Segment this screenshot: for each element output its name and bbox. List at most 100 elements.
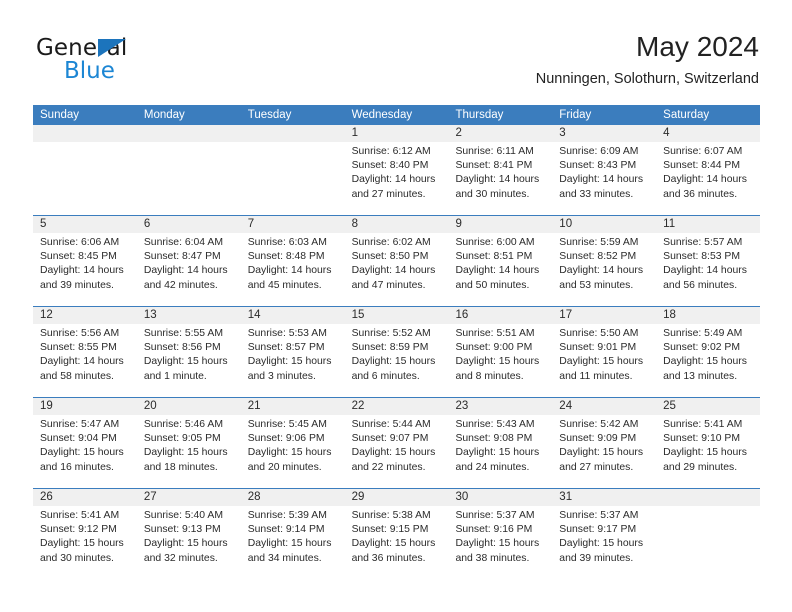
- day-number[interactable]: 21: [241, 398, 345, 415]
- day-number-band: 19 20 21 22 23 24 25: [33, 398, 760, 415]
- day-cell[interactable]: Sunrise: 5:37 AM Sunset: 9:16 PM Daylight:…: [448, 506, 552, 579]
- daylight-text: Daylight: 15 hours: [559, 447, 644, 459]
- daylight-text-cont: and 1 minute.: [143, 370, 207, 382]
- day-number[interactable]: 15: [345, 307, 449, 324]
- day-number[interactable]: 8: [345, 216, 449, 233]
- sunrise-text: Sunrise: 5:53 AM: [247, 328, 327, 339]
- daylight-text: Daylight: 15 hours: [247, 356, 332, 368]
- day-cell[interactable]: Sunrise: 5:37 AM Sunset: 9:17 PM Daylight:…: [552, 506, 656, 579]
- day-cell[interactable]: Sunrise: 6:06 AM Sunset: 8:45 PM Daylight:…: [33, 233, 137, 306]
- day-cell[interactable]: Sunrise: 6:02 AM Sunset: 8:50 PM Daylight:…: [345, 233, 449, 306]
- day-cell[interactable]: Sunrise: 6:00 AM Sunset: 8:51 PM Daylight:…: [448, 233, 552, 306]
- day-cell[interactable]: Sunrise: 5:39 AM Sunset: 9:14 PM Daylight:…: [241, 506, 345, 579]
- day-cell[interactable]: Sunrise: 5:53 AM Sunset: 8:57 PM Daylight:…: [241, 324, 345, 397]
- day-cell[interactable]: Sunrise: 5:57 AM Sunset: 8:53 PM Daylight:…: [656, 233, 760, 306]
- daylight-text: Daylight: 14 hours: [40, 356, 124, 368]
- day-number[interactable]: 23: [448, 398, 552, 415]
- day-detail-band: Sunrise: 5:41 AM Sunset: 9:12 PM Daylight:…: [33, 506, 760, 579]
- day-cell[interactable]: Sunrise: 5:41 AM Sunset: 9:10 PM Daylight:…: [656, 415, 760, 488]
- sunrise-text: Sunrise: 5:57 AM: [663, 237, 743, 248]
- daylight-text-cont: and 16 minutes.: [40, 461, 114, 473]
- day-number[interactable]: 16: [448, 307, 552, 324]
- day-number[interactable]: 28: [241, 489, 345, 506]
- day-cell[interactable]: Sunrise: 5:55 AM Sunset: 8:56 PM Daylight:…: [137, 324, 241, 397]
- weekday-header-thursday: Thursday: [455, 109, 504, 121]
- day-cell-empty: [137, 142, 241, 215]
- sunset-text: Sunset: 9:17 PM: [559, 524, 637, 536]
- calendar-week-row: 5 6 7 8 9 10 11 Sunrise: 6:06 AM Sunset: 8:45 PM…: [33, 215, 760, 306]
- day-number[interactable]: 25: [656, 398, 760, 415]
- day-number[interactable]: 17: [552, 307, 656, 324]
- day-cell[interactable]: Sunrise: 5:59 AM Sunset: 8:52 PM Daylight:…: [552, 233, 656, 306]
- day-number[interactable]: 4: [656, 125, 760, 142]
- day-number[interactable]: 6: [137, 216, 241, 233]
- daylight-text: Daylight: 15 hours: [663, 356, 747, 368]
- sunset-text: Sunset: 8:44 PM: [663, 160, 740, 172]
- day-cell[interactable]: Sunrise: 5:47 AM Sunset: 9:04 PM Daylight:…: [33, 415, 137, 488]
- day-cell[interactable]: Sunrise: 6:04 AM Sunset: 8:47 PM Daylight:…: [137, 233, 241, 306]
- day-number[interactable]: 19: [33, 398, 137, 415]
- day-number[interactable]: 30: [448, 489, 552, 506]
- day-number[interactable]: 27: [137, 489, 241, 506]
- day-number[interactable]: 31: [552, 489, 656, 506]
- sunset-text: Sunset: 9:12 PM: [40, 524, 117, 536]
- day-number[interactable]: 9: [448, 216, 552, 233]
- day-cell[interactable]: Sunrise: 5:40 AM Sunset: 9:13 PM Daylight:…: [137, 506, 241, 579]
- day-number[interactable]: 29: [345, 489, 449, 506]
- daylight-text-cont: and 6 minutes.: [351, 370, 420, 382]
- day-cell[interactable]: Sunrise: 5:42 AM Sunset: 9:09 PM Daylight:…: [552, 415, 656, 488]
- sunset-text: Sunset: 9:15 PM: [351, 524, 429, 536]
- day-number[interactable]: 3: [552, 125, 656, 142]
- sunrise-text: Sunrise: 5:42 AM: [559, 419, 639, 430]
- sunrise-text: Sunrise: 5:41 AM: [40, 510, 120, 521]
- day-number[interactable]: 13: [137, 307, 241, 324]
- day-cell[interactable]: Sunrise: 5:38 AM Sunset: 9:15 PM Daylight:…: [345, 506, 449, 579]
- day-number[interactable]: 11: [656, 216, 760, 233]
- day-number-band: 1234: [33, 125, 760, 142]
- day-number[interactable]: 5: [33, 216, 137, 233]
- daylight-text: Daylight: 15 hours: [143, 356, 228, 368]
- day-number[interactable]: 22: [345, 398, 449, 415]
- daylight-text-cont: and 36 minutes.: [663, 188, 738, 200]
- day-number[interactable]: 7: [241, 216, 345, 233]
- daylight-text-cont: and 56 minutes.: [663, 279, 738, 291]
- day-number[interactable]: 12: [33, 307, 137, 324]
- day-number[interactable]: 20: [137, 398, 241, 415]
- sunset-text: Sunset: 9:09 PM: [559, 433, 637, 445]
- day-cell[interactable]: Sunrise: 6:03 AM Sunset: 8:48 PM Daylight:…: [241, 233, 345, 306]
- day-number[interactable]: 18: [656, 307, 760, 324]
- day-cell[interactable]: Sunrise: 5:49 AM Sunset: 9:02 PM Daylight:…: [656, 324, 760, 397]
- day-cell[interactable]: Sunrise: 5:46 AM Sunset: 9:05 PM Daylight:…: [137, 415, 241, 488]
- day-number[interactable]: 1: [345, 125, 449, 142]
- day-number[interactable]: 26: [33, 489, 137, 506]
- day-cell[interactable]: Sunrise: 5:52 AM Sunset: 8:59 PM Daylight:…: [345, 324, 449, 397]
- day-cell[interactable]: Sunrise: 5:45 AM Sunset: 9:06 PM Daylight:…: [241, 415, 345, 488]
- day-number[interactable]: 2: [448, 125, 552, 142]
- calendar-grid: Sunday Monday Tuesday Wednesday Thursday Frid…: [33, 105, 760, 579]
- day-cell[interactable]: Sunrise: 6:12 AM Sunset: 8:40 PM Daylight:…: [345, 142, 449, 215]
- daylight-text-cont: and 11 minutes.: [559, 370, 633, 382]
- sunrise-text: Sunrise: 5:55 AM: [143, 328, 223, 339]
- day-cell[interactable]: Sunrise: 6:11 AM Sunset: 8:41 PM Daylight:…: [448, 142, 552, 215]
- daylight-text: Daylight: 14 hours: [351, 265, 436, 277]
- day-number[interactable]: 24: [552, 398, 656, 415]
- sunrise-text: Sunrise: 6:06 AM: [40, 237, 120, 248]
- daylight-text: Daylight: 15 hours: [455, 538, 540, 550]
- day-cell[interactable]: Sunrise: 6:07 AM Sunset: 8:44 PM Daylight:…: [656, 142, 760, 215]
- daylight-text-cont: and 18 minutes.: [143, 461, 218, 473]
- day-cell[interactable]: Sunrise: 5:50 AM Sunset: 9:01 PM Daylight:…: [552, 324, 656, 397]
- calendar-weeks: 1 2 3 4 Sunrise: 6:12 AM Sunset: 8:40 PM Dayli…: [33, 125, 760, 579]
- day-number-empty: [656, 489, 760, 506]
- day-cell[interactable]: Sunrise: 5:56 AM Sunset: 8:55 PM Daylight:…: [33, 324, 137, 397]
- day-cell[interactable]: Sunrise: 5:44 AM Sunset: 9:07 PM Daylight:…: [345, 415, 449, 488]
- sunset-text: Sunset: 9:04 PM: [40, 433, 117, 445]
- day-cell[interactable]: Sunrise: 5:51 AM Sunset: 9:00 PM Daylight:…: [448, 324, 552, 397]
- day-cell[interactable]: Sunrise: 6:09 AM Sunset: 8:43 PM Daylight:…: [552, 142, 656, 215]
- day-cell[interactable]: Sunrise: 5:43 AM Sunset: 9:08 PM Daylight:…: [448, 415, 552, 488]
- day-cell[interactable]: Sunrise: 5:41 AM Sunset: 9:12 PM Daylight:…: [33, 506, 137, 579]
- sunrise-text: Sunrise: 5:59 AM: [559, 237, 639, 248]
- day-number[interactable]: 10: [552, 216, 656, 233]
- day-number[interactable]: 14: [241, 307, 345, 324]
- sunset-text: Sunset: 8:56 PM: [143, 342, 221, 354]
- daylight-text-cont: and 32 minutes.: [143, 552, 218, 564]
